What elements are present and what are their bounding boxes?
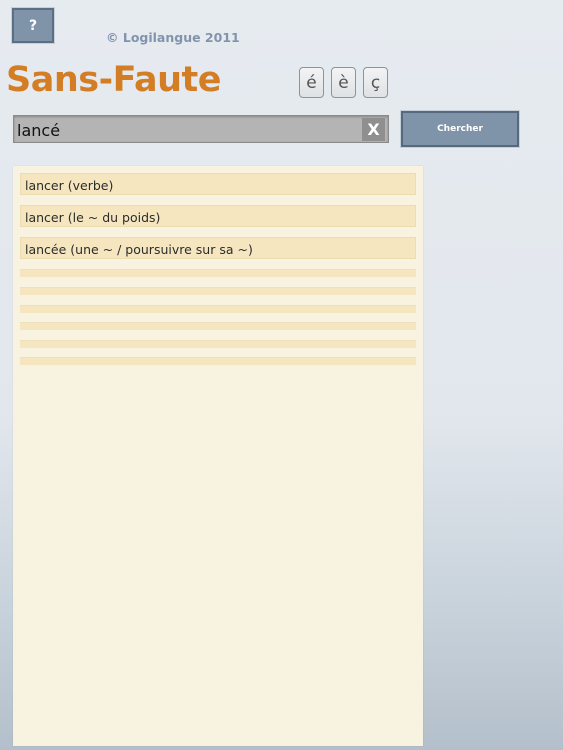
- empty-result-row: [20, 340, 416, 348]
- results-list: lancer (verbe) lancer (le ~ du poids) la…: [13, 166, 423, 746]
- empty-result-row: [20, 322, 416, 330]
- result-item[interactable]: lancer (le ~ du poids): [20, 205, 416, 227]
- empty-result-row: [20, 357, 416, 365]
- help-button[interactable]: ?: [11, 7, 55, 44]
- accent-e-acute-button[interactable]: é: [299, 67, 324, 98]
- empty-result-row: [20, 305, 416, 313]
- app-title: Sans-Faute: [6, 60, 221, 100]
- clear-search-button[interactable]: X: [362, 118, 385, 141]
- empty-result-row: [20, 287, 416, 295]
- result-item[interactable]: lancer (verbe): [20, 173, 416, 195]
- accent-c-cedilla-button[interactable]: ç: [363, 67, 388, 98]
- accent-e-grave-button[interactable]: è: [331, 67, 356, 98]
- copyright-text: © Logilangue 2011: [106, 30, 240, 45]
- search-button[interactable]: Chercher: [400, 110, 520, 148]
- empty-result-row: [20, 269, 416, 277]
- search-field: X: [13, 115, 389, 143]
- search-input[interactable]: [17, 119, 357, 141]
- result-item[interactable]: lancée (une ~ / poursuivre sur sa ~): [20, 237, 416, 259]
